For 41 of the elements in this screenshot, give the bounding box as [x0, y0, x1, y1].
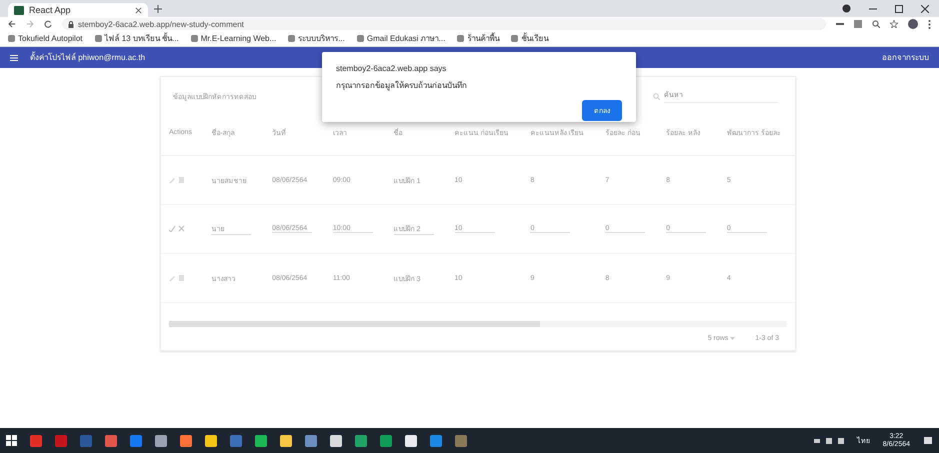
taskbar-app-icon[interactable]: [155, 434, 167, 446]
avatar-icon[interactable]: [908, 19, 918, 29]
profile-icon[interactable]: [842, 4, 851, 13]
windows-start-icon[interactable]: [6, 435, 17, 446]
reload-icon[interactable]: [44, 20, 52, 28]
taskbar-app-icon[interactable]: [330, 434, 342, 446]
close-icon[interactable]: [921, 4, 929, 12]
taskbar-app-icon[interactable]: [180, 434, 192, 446]
menu-icon[interactable]: [928, 20, 931, 28]
new-tab-icon[interactable]: [154, 5, 162, 13]
bookmark-link[interactable]: ไฟล์ 13 บทเรียน ชั้น...: [94, 32, 179, 45]
taskbar-app-icon[interactable]: [405, 434, 417, 446]
address-bar[interactable]: stemboy2-6aca2.web.app/new-study-comment: [62, 18, 826, 30]
bookmark-link[interactable]: Gmail Edukasi ภาษา...: [356, 32, 446, 45]
bookmark-link[interactable]: Tokufield Autopilot: [8, 34, 82, 43]
bookmark-link[interactable]: ร้านค้าพื้น: [457, 32, 500, 45]
dialog-message: กรุณากรอกข้อมูลให้ครบถ้วนก่อนบันทึก: [336, 80, 468, 92]
search-icon: [653, 92, 660, 100]
menu-icon[interactable]: [10, 54, 18, 60]
maximize-icon[interactable]: [895, 4, 903, 12]
lock-icon: [68, 20, 74, 28]
taskbar-app-icon[interactable]: [255, 434, 267, 446]
browser-tab[interactable]: React App: [8, 3, 148, 17]
bookmark-link[interactable]: ชั้นเรียน: [511, 32, 548, 45]
caret-icon: [730, 337, 736, 340]
app-title: ตั้งค่าโปรไฟล์ phiwon@rmu.ac.th: [30, 51, 146, 64]
scrollbar[interactable]: [169, 321, 787, 327]
notification-icon[interactable]: [923, 436, 933, 446]
back-arrow-icon[interactable]: [8, 20, 16, 28]
bookmark-link[interactable]: Mr.E-Learning Web...: [190, 34, 276, 43]
taskbar-app-icon[interactable]: [205, 434, 217, 446]
logout-link[interactable]: ออกจากระบบ: [882, 51, 929, 64]
taskbar-app-icon[interactable]: [280, 434, 292, 446]
app-icon: [14, 6, 24, 14]
star-icon[interactable]: [890, 20, 898, 28]
tab-title: React App: [29, 5, 71, 15]
zoom-icon[interactable]: [872, 20, 880, 28]
close-icon[interactable]: [135, 6, 142, 14]
dialog-title: stemboy2-6aca2.web.app says: [336, 64, 448, 73]
system-tray-icons[interactable]: [814, 436, 844, 444]
bookmark-link[interactable]: ระบบบริหาร...: [288, 32, 345, 45]
